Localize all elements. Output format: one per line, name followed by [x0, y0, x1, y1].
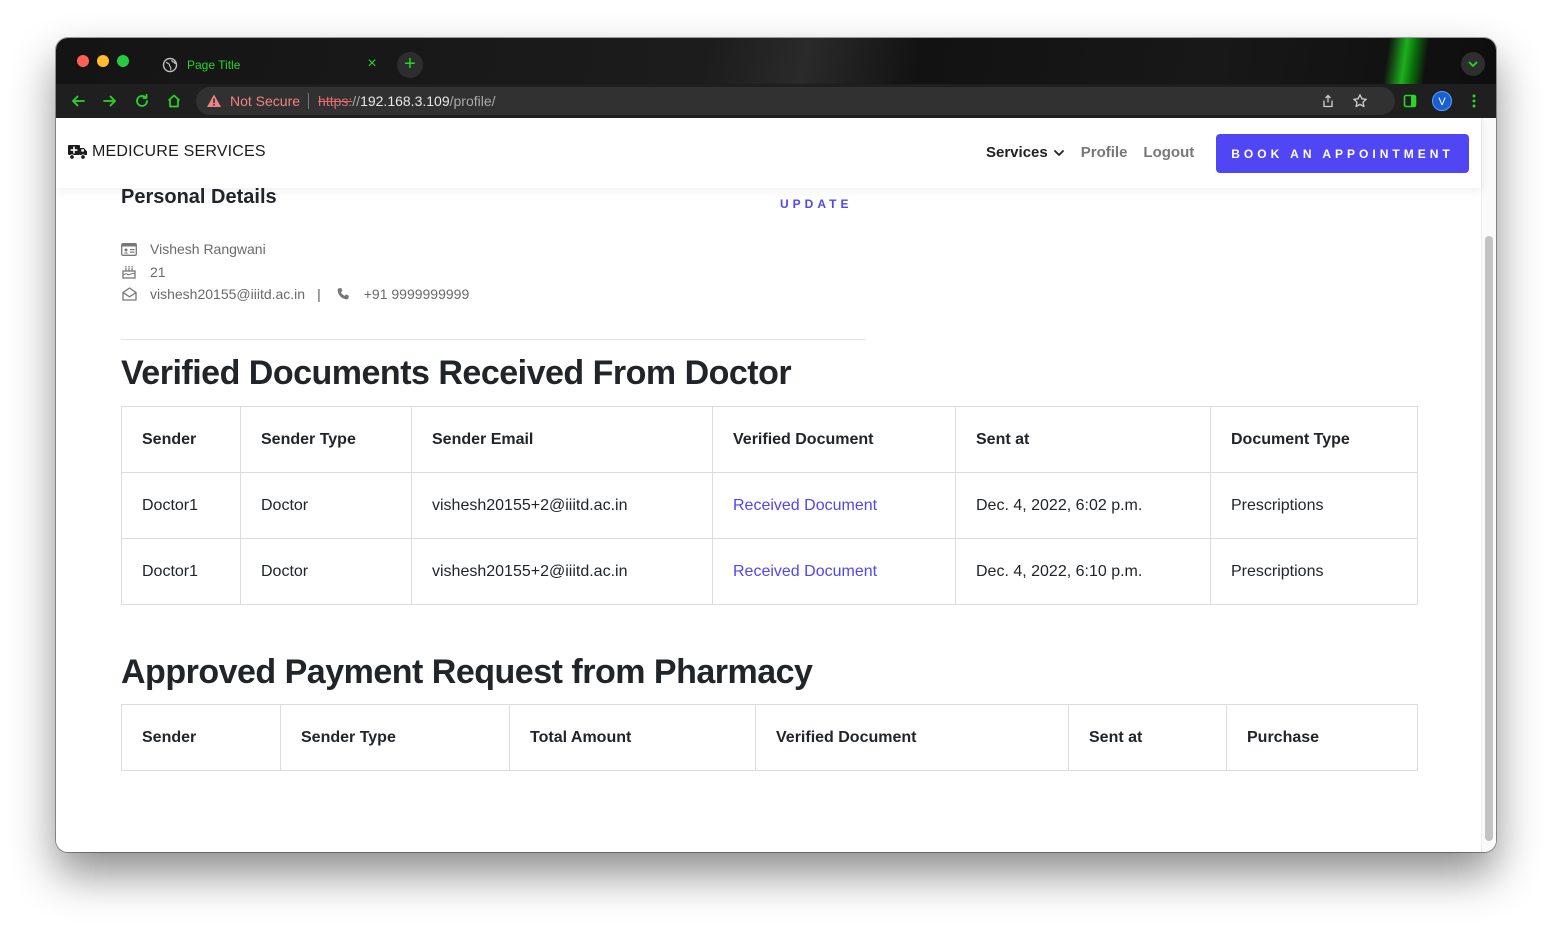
home-icon: [167, 94, 181, 108]
url-host: 192.168.3.109: [360, 93, 450, 109]
profile-avatar[interactable]: V: [1432, 91, 1452, 111]
nav-logout-link[interactable]: Logout: [1143, 144, 1194, 161]
truck-medical-icon: [68, 144, 88, 160]
column-header: Document Type: [1210, 406, 1418, 473]
browser-tab[interactable]: Page Title ×: [148, 46, 390, 84]
home-button[interactable]: [164, 91, 184, 111]
forward-button[interactable]: [100, 91, 120, 111]
kebab-menu-icon: [1472, 94, 1476, 108]
tab-title: Page Title: [187, 58, 241, 72]
main-nav: Services Profile Logout: [986, 144, 1194, 161]
table-row: Doctor1 Doctor vishesh20155+2@iiitd.ac.i…: [121, 472, 1418, 539]
tab-strip: Page Title × +: [56, 38, 1496, 84]
back-button[interactable]: [68, 91, 88, 111]
globe-icon: [162, 57, 178, 73]
phone-icon: [335, 286, 351, 302]
approved-payments-table: Sender Sender Type Total Amount Verified…: [121, 704, 1418, 771]
column-header: Purchase: [1226, 704, 1418, 771]
column-header: Verified Document: [712, 406, 956, 473]
brand-name: MEDICURE SERVICES: [92, 143, 266, 160]
arrow-left-icon: [72, 95, 85, 107]
column-header: Sender Type: [280, 704, 510, 771]
user-full-name: Vishesh Rangwani: [150, 241, 266, 257]
user-age: 21: [150, 264, 166, 280]
birthday-cake-icon: [121, 264, 137, 280]
address-bar[interactable]: Not Secure https://192.168.3.109/profile…: [196, 87, 1395, 115]
omnibox-divider: [308, 93, 310, 109]
column-header: Sender: [121, 406, 241, 473]
detail-contact-row: vishesh20155@iiitd.ac.in | +91 999999999…: [121, 286, 469, 302]
warning-icon: [206, 93, 222, 109]
browser-window: Page Title × + Not Secure https://192.16…: [56, 38, 1496, 852]
browser-toolbar: Not Secure https://192.168.3.109/profile…: [56, 84, 1496, 118]
column-header: Sender Type: [240, 406, 412, 473]
envelope-open-icon: [121, 286, 137, 302]
column-header: Sent at: [955, 406, 1211, 473]
nav-services-dropdown[interactable]: Services: [986, 144, 1065, 161]
received-document-link[interactable]: Received Document: [712, 472, 956, 539]
column-header: Sender: [121, 704, 281, 771]
user-email: vishesh20155@iiitd.ac.in: [150, 286, 306, 302]
book-appointment-button[interactable]: BOOK AN APPOINTMENT: [1216, 134, 1469, 173]
url-slashes: //: [352, 93, 361, 109]
document-type-cell: Prescriptions: [1210, 472, 1418, 539]
side-panel-icon: [1403, 94, 1417, 108]
brand-logo[interactable]: MEDICURE SERVICES: [68, 143, 266, 161]
scrollbar-thumb[interactable]: [1485, 236, 1493, 841]
new-tab-button[interactable]: +: [397, 52, 423, 78]
minimize-window-button[interactable]: [97, 55, 109, 67]
chevron-down-icon: [1468, 61, 1478, 67]
page-viewport: MEDICURE SERVICES Services Profile Logou…: [56, 118, 1496, 852]
sent-at-cell: Dec. 4, 2022, 6:10 p.m.: [955, 538, 1211, 605]
detail-name-row: Vishesh Rangwani: [121, 241, 266, 257]
tab-close-icon[interactable]: ×: [363, 55, 381, 73]
column-header: Total Amount: [509, 704, 756, 771]
bookmark-star-icon[interactable]: [1352, 93, 1368, 109]
tab-search-button[interactable]: [1461, 52, 1485, 76]
nav-services-label: Services: [986, 144, 1048, 161]
table-row: Doctor1 Doctor vishesh20155+2@iiitd.ac.i…: [121, 538, 1418, 605]
column-header: Sender Email: [411, 406, 713, 473]
column-header: Sent at: [1068, 704, 1227, 771]
sent-at-cell: Dec. 4, 2022, 6:02 p.m.: [955, 472, 1211, 539]
chevron-down-icon: [1053, 149, 1064, 156]
table-header-row: Sender Sender Type Sender Email Verified…: [121, 406, 1418, 473]
sender-email-cell: vishesh20155+2@iiitd.ac.in: [411, 538, 713, 605]
column-header: Verified Document: [755, 704, 1069, 771]
user-phone: +91 9999999999: [363, 286, 470, 302]
detail-age-row: 21: [121, 264, 166, 280]
page-scrollbar[interactable]: [1481, 118, 1496, 852]
contact-separator: |: [317, 286, 321, 302]
id-card-icon: [121, 241, 137, 257]
close-window-button[interactable]: [77, 55, 89, 67]
reload-button[interactable]: [132, 91, 152, 111]
verified-documents-heading: Verified Documents Received From Doctor: [121, 354, 792, 392]
received-document-link[interactable]: Received Document: [712, 538, 956, 605]
wallpaper-accent: [1381, 38, 1431, 84]
sender-email-cell: vishesh20155+2@iiitd.ac.in: [411, 472, 713, 539]
browser-menu-button[interactable]: [1464, 91, 1484, 111]
reload-icon: [136, 93, 148, 107]
personal-details-heading: Personal Details: [121, 186, 277, 208]
arrow-right-icon: [103, 95, 116, 107]
sender-type-cell: Doctor: [240, 472, 412, 539]
verified-documents-table: Sender Sender Type Sender Email Verified…: [121, 406, 1418, 605]
section-divider: [121, 339, 866, 340]
nav-profile-link[interactable]: Profile: [1081, 144, 1128, 161]
site-header: MEDICURE SERVICES Services Profile Logou…: [56, 118, 1481, 188]
share-icon[interactable]: [1320, 93, 1336, 109]
update-profile-link[interactable]: UPDATE: [780, 197, 852, 211]
url-text[interactable]: https://192.168.3.109/profile/: [318, 93, 495, 109]
approved-payments-heading: Approved Payment Request from Pharmacy: [121, 653, 813, 691]
document-type-cell: Prescriptions: [1210, 538, 1418, 605]
sender-type-cell: Doctor: [240, 538, 412, 605]
sender-cell: Doctor1: [121, 472, 241, 539]
table-header-row: Sender Sender Type Total Amount Verified…: [121, 704, 1418, 771]
url-scheme: https:: [318, 93, 353, 109]
url-path: /profile/: [449, 93, 496, 109]
security-status[interactable]: Not Secure: [230, 93, 300, 109]
sender-cell: Doctor1: [121, 538, 241, 605]
zoom-window-button[interactable]: [117, 55, 129, 67]
side-panel-button[interactable]: [1400, 91, 1420, 111]
